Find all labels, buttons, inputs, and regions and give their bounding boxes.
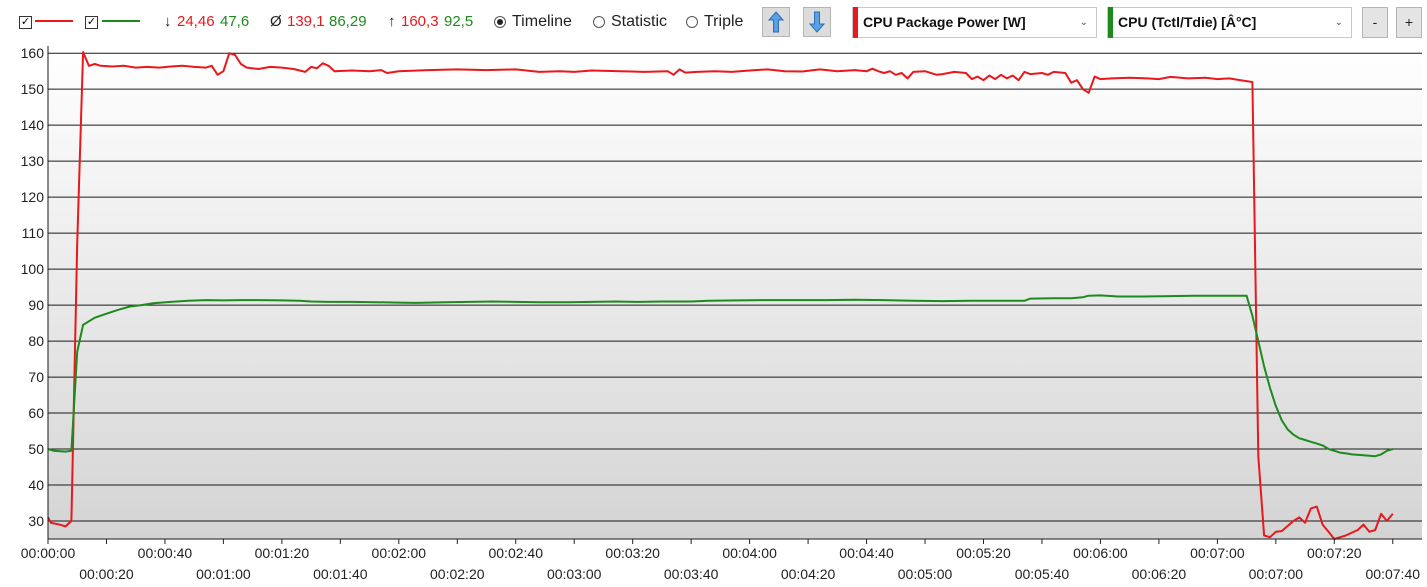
y-tick-label: 50 — [28, 441, 44, 457]
x-tick-label: 00:03:20 — [605, 545, 660, 561]
x-tick-label: 00:02:40 — [488, 545, 543, 561]
y-tick-label: 60 — [28, 405, 44, 421]
x-tick-label: 00:00:00 — [21, 545, 76, 561]
y-tick-label: 150 — [21, 81, 45, 97]
y-tick-label: 70 — [28, 369, 44, 385]
x-tick-label: 00:01:40 — [313, 566, 368, 582]
x-tick-label: 00:01:20 — [255, 545, 310, 561]
y-tick-label: 130 — [21, 153, 45, 169]
x-tick-label: 00:05:40 — [1015, 566, 1070, 582]
x-tick-label: 00:05:00 — [898, 566, 953, 582]
x-tick-label: 00:04:20 — [781, 566, 836, 582]
x-tick-label: 00:05:20 — [956, 545, 1011, 561]
y-tick-label: 90 — [28, 297, 44, 313]
x-tick-label: 00:07:00 — [1190, 545, 1245, 561]
x-tick-label: 00:00:40 — [138, 545, 193, 561]
y-tick-label: 30 — [28, 513, 44, 529]
x-tick-label: 00:07:40 — [1366, 566, 1421, 582]
y-tick-label: 100 — [21, 261, 45, 277]
x-tick-label: 00:00:20 — [79, 566, 134, 582]
x-tick-label: 00:06:00 — [1073, 545, 1128, 561]
x-tick-label: 00:04:00 — [722, 545, 777, 561]
x-tick-label: 00:01:00 — [196, 566, 251, 582]
x-tick-label: 00:07:20 — [1307, 545, 1362, 561]
chart: 30 40 50 60 70 80 90 100 110 120 130 140 150 160 00:00… — [21, 45, 1422, 582]
x-tick-label: 00:06:20 — [1132, 566, 1187, 582]
y-tick-label: 120 — [21, 189, 45, 205]
y-tick-label: 110 — [22, 225, 45, 241]
x-tick-label: 00:03:40 — [664, 566, 719, 582]
x-tick-label: 00:07:00 — [1249, 566, 1304, 582]
x-tick-label: 00:04:40 — [839, 545, 894, 561]
y-tick-label: 160 — [21, 45, 45, 61]
x-tick-label: 00:02:00 — [372, 545, 427, 561]
y-tick-label: 80 — [28, 333, 44, 349]
x-tick-label: 00:03:00 — [547, 566, 602, 582]
plot-background — [48, 46, 1422, 539]
y-tick-label: 140 — [21, 117, 45, 133]
y-tick-label: 40 — [28, 477, 44, 493]
x-tick-label: 00:02:20 — [430, 566, 485, 582]
